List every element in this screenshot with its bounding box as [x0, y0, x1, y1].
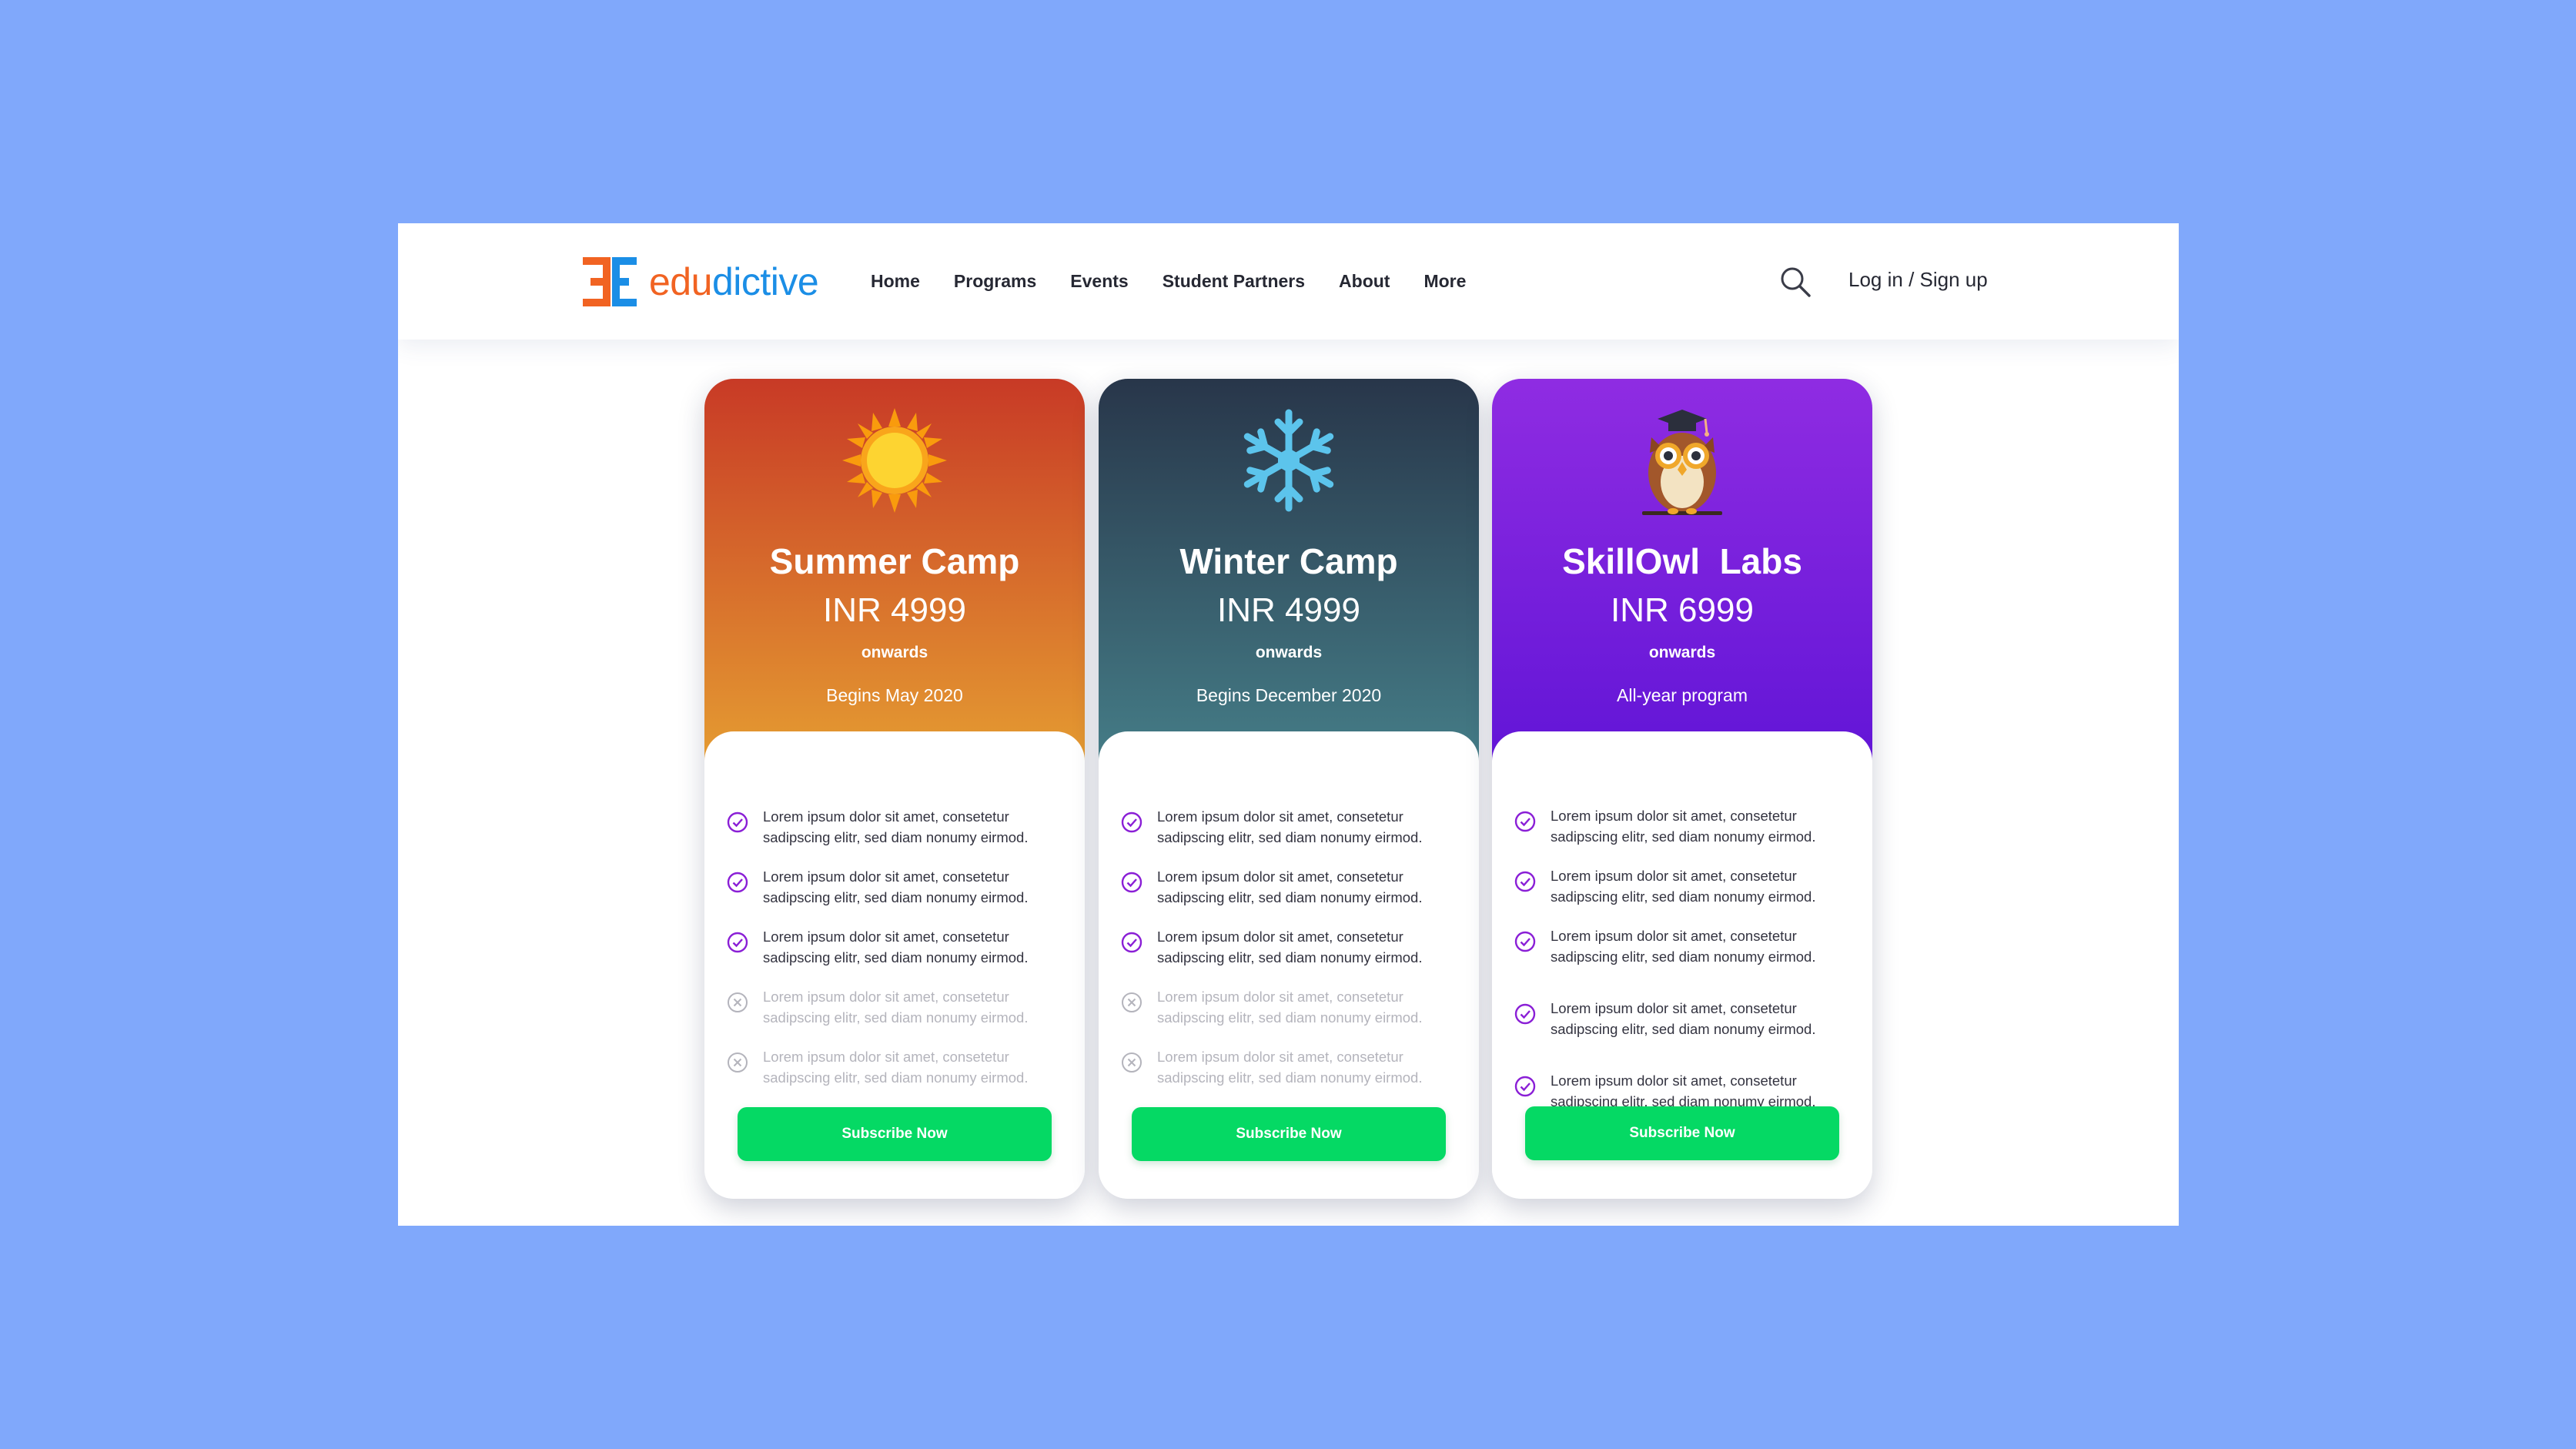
feature-item: Lorem ipsum dolor sit amet, consetetur s… — [1514, 805, 1852, 847]
feature-item: Lorem ipsum dolor sit amet, consetetur s… — [1514, 925, 1852, 967]
main-nav: Home Programs Events Student Partners Ab… — [871, 223, 1500, 340]
cross-circle-icon — [728, 1052, 748, 1073]
sun-icon — [842, 408, 947, 513]
feature-item: Lorem ipsum dolor sit amet, consetetur s… — [1120, 866, 1459, 908]
feature-item: Lorem ipsum dolor sit amet, consetetur s… — [726, 866, 1065, 908]
check-circle-icon — [727, 872, 748, 893]
card-price-note: onwards — [861, 644, 928, 661]
search-icon[interactable] — [1779, 266, 1812, 298]
subscribe-button[interactable]: Subscribe Now — [738, 1107, 1052, 1161]
feature-text: Lorem ipsum dolor sit amet, consetetur s… — [1157, 1049, 1423, 1086]
pricing-card-skillowl-labs: SkillOwl Labs INR 6999 onwards All-year … — [1492, 379, 1872, 1199]
feature-text: Lorem ipsum dolor sit amet, consetetur s… — [1551, 868, 1816, 905]
card-title: Summer Camp — [769, 541, 1020, 581]
feature-text: Lorem ipsum dolor sit amet, consetetur s… — [763, 989, 1029, 1026]
owl-icon — [1642, 410, 1722, 515]
nav-home[interactable]: Home — [871, 271, 920, 292]
card-date: Begins May 2020 — [826, 685, 963, 705]
cross-circle-icon — [728, 992, 748, 1012]
check-circle-icon — [1514, 1003, 1536, 1025]
feature-item-disabled: Lorem ipsum dolor sit amet, consetetur s… — [726, 986, 1065, 1028]
feature-item: Lorem ipsum dolor sit amet, consetetur s… — [1120, 806, 1459, 848]
nav-student-partners[interactable]: Student Partners — [1163, 271, 1305, 292]
card-header: SkillOwl Labs INR 6999 onwards All-year … — [1492, 379, 1872, 779]
cross-circle-icon — [1122, 1052, 1142, 1073]
check-circle-icon — [727, 932, 748, 953]
feature-text: Lorem ipsum dolor sit amet, consetetur s… — [1157, 808, 1423, 845]
card-date: All-year program — [1617, 685, 1748, 705]
feature-item: Lorem ipsum dolor sit amet, consetetur s… — [726, 806, 1065, 848]
nav-events[interactable]: Events — [1070, 271, 1128, 292]
feature-item-disabled: Lorem ipsum dolor sit amet, consetetur s… — [1120, 1046, 1459, 1088]
feature-item: Lorem ipsum dolor sit amet, consetetur s… — [726, 926, 1065, 968]
pricing-card-winter-camp: Winter Camp INR 4999 onwards Begins Dece… — [1099, 379, 1479, 1199]
check-circle-icon — [1121, 872, 1142, 893]
snowflake-icon — [1243, 409, 1334, 512]
brand-name-part1: edu — [649, 260, 712, 303]
feature-text: Lorem ipsum dolor sit amet, consetetur s… — [1157, 868, 1423, 905]
app-window: edudictive Home Programs Events Student … — [398, 223, 2179, 1226]
feature-item: Lorem ipsum dolor sit amet, consetetur s… — [1514, 1070, 1852, 1112]
feature-list: Lorem ipsum dolor sit amet, consetetur s… — [1120, 806, 1459, 1106]
feature-text: Lorem ipsum dolor sit amet, consetetur s… — [1157, 929, 1423, 965]
pricing-card-summer-camp: Summer Camp INR 4999 onwards Begins May … — [704, 379, 1085, 1199]
logo-mark-icon — [583, 257, 637, 306]
feature-text: Lorem ipsum dolor sit amet, consetetur s… — [1551, 808, 1816, 845]
feature-text: Lorem ipsum dolor sit amet, consetetur s… — [1157, 989, 1423, 1026]
nav-more[interactable]: More — [1423, 271, 1466, 292]
brand-name-part2: dictive — [711, 260, 819, 303]
nav-programs[interactable]: Programs — [954, 271, 1036, 292]
nav-about[interactable]: About — [1339, 271, 1390, 292]
feature-list: Lorem ipsum dolor sit amet, consetetur s… — [1514, 805, 1852, 1130]
feature-text: Lorem ipsum dolor sit amet, consetetur s… — [763, 868, 1029, 905]
login-signup-link[interactable]: Log in / Sign up — [1848, 268, 1988, 292]
check-circle-icon — [1514, 1076, 1536, 1097]
card-price: INR 6999 — [1611, 591, 1754, 629]
subscribe-button[interactable]: Subscribe Now — [1525, 1106, 1839, 1160]
check-circle-icon — [1514, 811, 1536, 832]
brand-logo[interactable]: edudictive — [583, 254, 819, 310]
cross-circle-icon — [1122, 992, 1142, 1012]
card-price-note: onwards — [1255, 644, 1323, 661]
feature-item: Lorem ipsum dolor sit amet, consetetur s… — [1514, 865, 1852, 907]
feature-item: Lorem ipsum dolor sit amet, consetetur s… — [1514, 998, 1852, 1039]
feature-item: Lorem ipsum dolor sit amet, consetetur s… — [1120, 926, 1459, 968]
card-price: INR 4999 — [823, 591, 966, 629]
card-title: SkillOwl Labs — [1562, 541, 1802, 581]
check-circle-icon — [1121, 932, 1142, 953]
subscribe-button[interactable]: Subscribe Now — [1132, 1107, 1446, 1161]
feature-text: Lorem ipsum dolor sit amet, consetetur s… — [1551, 1073, 1816, 1109]
top-navbar: edudictive Home Programs Events Student … — [398, 223, 2179, 340]
feature-list: Lorem ipsum dolor sit amet, consetetur s… — [726, 806, 1065, 1106]
check-circle-icon — [727, 812, 748, 833]
card-price: INR 4999 — [1217, 591, 1360, 629]
feature-text: Lorem ipsum dolor sit amet, consetetur s… — [1551, 1000, 1816, 1037]
feature-text: Lorem ipsum dolor sit amet, consetetur s… — [1551, 928, 1816, 965]
feature-text: Lorem ipsum dolor sit amet, consetetur s… — [763, 808, 1029, 845]
card-title: Winter Camp — [1179, 541, 1398, 581]
check-circle-icon — [1121, 812, 1142, 833]
check-circle-icon — [1514, 871, 1536, 892]
feature-text: Lorem ipsum dolor sit amet, consetetur s… — [763, 929, 1029, 965]
card-date: Begins December 2020 — [1196, 685, 1382, 705]
feature-item-disabled: Lorem ipsum dolor sit amet, consetetur s… — [726, 1046, 1065, 1088]
card-header: Winter Camp INR 4999 onwards Begins Dece… — [1099, 379, 1479, 779]
feature-text: Lorem ipsum dolor sit amet, consetetur s… — [763, 1049, 1029, 1086]
card-price-note: onwards — [1648, 644, 1716, 661]
feature-item-disabled: Lorem ipsum dolor sit amet, consetetur s… — [1120, 986, 1459, 1028]
card-header: Summer Camp INR 4999 onwards Begins May … — [704, 379, 1085, 779]
brand-name: edudictive — [649, 259, 819, 304]
check-circle-icon — [1514, 931, 1536, 952]
